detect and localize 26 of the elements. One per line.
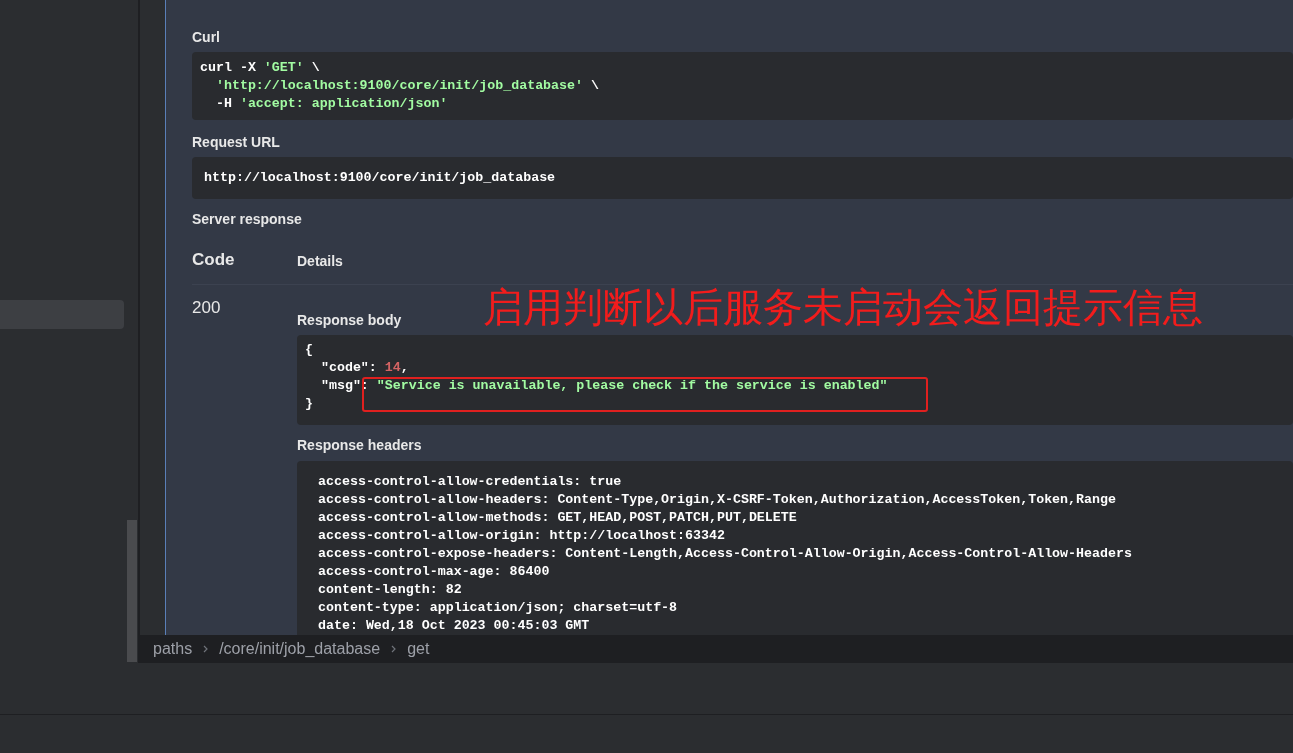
section-label: Response body: [297, 311, 403, 329]
chevron-icon: [391, 645, 397, 653]
breadcrumb-item[interactable]: /core/init/job_database: [219, 637, 381, 661]
header-line: content-length: 82: [318, 581, 463, 599]
request-url: http://localhost:9100/core/init/job_database: [204, 169, 556, 188]
header-line: access-control-max-age: 86400: [318, 563, 551, 581]
annotation-text: 启用判断以后服务未启动会返回提示信息: [483, 284, 1203, 331]
header-line: content-type: application/json; charset=utf-8: [318, 599, 679, 617]
header-line: access-control-expose-headers: Content-Length,Access-Control-Allow-Origin,Access-Control-Allow-Headers: [318, 545, 1133, 563]
code-block: curl -X 'GET' \ 'http://localhost:9100/core/init/job_database' \ -H 'accept: application/json': [192, 52, 1293, 120]
section-label: Response headers: [297, 436, 423, 454]
header-line: date: Wed,18 Oct 2023 00:45:03 GMT: [318, 617, 591, 635]
chevron-icon: [203, 645, 209, 653]
header-line: access-control-allow-origin: http://localhost:63342: [318, 527, 726, 545]
column-header: Code: [192, 250, 236, 270]
breadcrumb-item[interactable]: get: [407, 637, 430, 661]
section-label: Server response: [192, 210, 303, 228]
header-line: access-control-allow-methods: GET,HEAD,POST,PATCH,PUT,DELETE: [318, 509, 798, 527]
status-code: 200: [192, 297, 222, 319]
scrollbar[interactable]: [127, 520, 137, 662]
header-line: access-control-allow-headers: Content-Type,Origin,X-CSRF-Token,Authorization,AccessToken,Token,Range: [318, 491, 1117, 509]
header-line: access-control-allow-credentials: true: [318, 473, 623, 491]
section-label: Request URL: [192, 133, 281, 151]
column-header: Details: [297, 252, 343, 270]
breadcrumb-item[interactable]: paths: [153, 637, 193, 661]
section-label: Curl: [192, 28, 221, 46]
